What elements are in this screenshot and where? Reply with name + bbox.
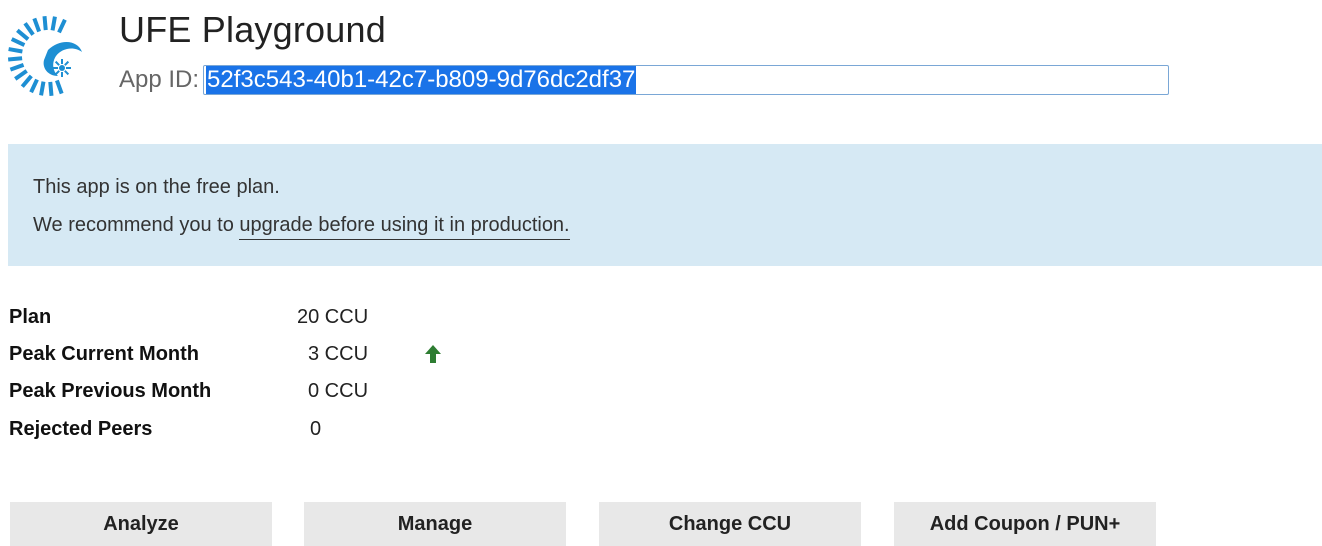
add-coupon-button[interactable]: Add Coupon / PUN+ [894, 502, 1156, 546]
app-id-value[interactable]: 52f3c543-40b1-42c7-b809-9d76dc2df37 [206, 66, 637, 94]
stat-label-plan: Plan [9, 306, 52, 328]
analyze-button[interactable]: Analyze [10, 502, 272, 546]
stat-label-peak-previous: Peak Previous Month [9, 380, 212, 402]
change-ccu-button[interactable]: Change CCU [599, 502, 861, 546]
stat-value-rejected-peers: 0 [310, 418, 322, 440]
up-arrow-icon [425, 345, 441, 363]
app-id-field[interactable]: 52f3c543-40b1-42c7-b809-9d76dc2df37 [203, 65, 1170, 95]
page-title: UFE Playground [119, 9, 386, 50]
stat-value-plan: 20 CCU [297, 306, 369, 328]
free-plan-notice: This app is on the free plan. We recomme… [8, 144, 1322, 266]
stat-value-peak-current: 3 CCU [308, 343, 369, 365]
notice-recommendation: We recommend you to upgrade before using… [33, 214, 570, 240]
stat-label-peak-current: Peak Current Month [9, 343, 200, 365]
app-id-label: App ID: [119, 66, 200, 93]
stat-value-peak-previous: 0 CCU [308, 380, 369, 402]
photon-logo-icon [8, 15, 82, 96]
notice-text: This app is on the free plan. [33, 176, 280, 198]
manage-button[interactable]: Manage [304, 502, 566, 546]
app-id-row: App ID: 52f3c543-40b1-42c7-b809-9d76dc2d… [119, 64, 1170, 96]
upgrade-link[interactable]: upgrade before using it in production. [239, 214, 570, 240]
notice-prefix: We recommend you to [33, 214, 240, 236]
stat-label-rejected-peers: Rejected Peers [9, 418, 153, 440]
app-page: UFE Playground App ID: 52f3c543-40b1-42c… [0, 0, 1322, 546]
